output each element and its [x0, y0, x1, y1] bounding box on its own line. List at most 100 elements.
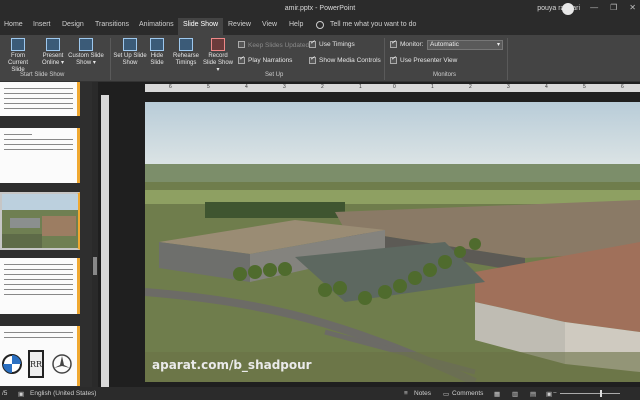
- checkbox-icon: [238, 41, 245, 48]
- status-bar: /5 ▣ English (United States) ≡ Notes ▭ C…: [0, 387, 640, 400]
- comments-icon: ▭: [443, 391, 450, 398]
- car-logos-image: RR: [2, 350, 72, 378]
- keep-slides-updated-label: Keep Slides Updated: [248, 42, 310, 49]
- slide-thumbnail-image: [2, 194, 78, 248]
- title-bar: amir.pptx - PowerPoint pouya rahbari — ❐…: [0, 0, 640, 18]
- from-current-slide-label: From Current Slide: [7, 53, 28, 73]
- svg-text:RR: RR: [30, 360, 43, 369]
- zoom-out-icon[interactable]: −: [553, 390, 557, 397]
- close-icon[interactable]: ✕: [629, 3, 636, 12]
- tab-animations[interactable]: Animations: [139, 21, 174, 28]
- reading-view-icon[interactable]: ▤: [530, 390, 536, 398]
- rehearse-clock-icon: [179, 38, 193, 51]
- language-indicator[interactable]: English (United States): [30, 390, 96, 397]
- use-timings-checkbox[interactable]: Use Timings: [309, 41, 355, 48]
- set-up-group-label: Set Up: [265, 72, 284, 78]
- ruler-tick: 4: [545, 84, 548, 90]
- vertical-ruler: [101, 95, 109, 387]
- setup-icon: [123, 38, 137, 51]
- hide-slide-icon: [150, 38, 164, 51]
- record-slide-show-label: Record Slide Show ▾: [202, 53, 234, 73]
- ruler-tick: 3: [283, 84, 286, 90]
- present-online-label: Present Online ▾: [41, 53, 65, 66]
- slide-thumbnail-selected[interactable]: [0, 192, 80, 250]
- present-online-button[interactable]: Present Online ▾: [38, 38, 68, 67]
- horizontal-ruler: 6 5 4 3 2 1 0 1 2 3 4 5 6: [145, 84, 640, 92]
- custom-slide-show-button[interactable]: Custom Slide Show ▾: [66, 38, 106, 67]
- monitor-select[interactable]: Automatic ▾: [427, 40, 503, 50]
- record-icon: [211, 38, 225, 51]
- ruler-tick: 1: [431, 84, 434, 90]
- tab-view[interactable]: View: [262, 21, 277, 28]
- notes-button[interactable]: Notes: [414, 390, 431, 397]
- use-presenter-view-label: Use Presenter View: [400, 57, 458, 64]
- monitors-group-label: Monitors: [433, 72, 457, 78]
- start-slide-show-group-label: Start Slide Show: [20, 72, 65, 78]
- ribbon-divider: [507, 38, 508, 80]
- lightbulb-icon: [316, 21, 324, 29]
- tab-insert[interactable]: Insert: [33, 21, 51, 28]
- tab-home[interactable]: Home: [4, 21, 23, 28]
- minimize-icon[interactable]: —: [590, 3, 598, 12]
- spellcheck-icon[interactable]: ▣: [18, 390, 24, 398]
- ruler-tick: 4: [245, 84, 248, 90]
- keep-slides-updated-checkbox[interactable]: Keep Slides Updated: [238, 41, 309, 49]
- slide-thumbnail[interactable]: RR: [0, 326, 80, 386]
- checkbox-icon: [309, 57, 316, 64]
- ribbon-divider: [384, 38, 385, 80]
- tab-slide-show[interactable]: Slide Show: [178, 18, 224, 35]
- ruler-tick: 5: [583, 84, 586, 90]
- slideshow-play-icon: [11, 38, 25, 51]
- rehearse-timings-label: Rehearse Timings: [172, 53, 199, 66]
- scrollbar-thumb[interactable]: [93, 257, 97, 275]
- monitor-label-text: Monitor:: [400, 41, 424, 48]
- chevron-down-icon: ▾: [496, 42, 500, 48]
- hide-slide-label: Hide Slide: [150, 53, 164, 66]
- checkbox-icon: [309, 41, 316, 48]
- ruler-tick: 6: [621, 84, 624, 90]
- slide-canvas[interactable]: [145, 102, 640, 382]
- ribbon-divider: [110, 38, 111, 80]
- play-narrations-label: Play Narrations: [248, 57, 293, 64]
- show-media-controls-checkbox[interactable]: Show Media Controls: [309, 57, 381, 64]
- comments-button[interactable]: Comments: [452, 390, 483, 397]
- slide-thumbnail[interactable]: [0, 82, 80, 116]
- checkbox-icon: [238, 57, 245, 64]
- normal-view-icon[interactable]: ▦: [494, 390, 500, 398]
- ruler-tick: 3: [507, 84, 510, 90]
- avatar[interactable]: [562, 3, 574, 15]
- show-media-controls-label: Show Media Controls: [319, 57, 381, 64]
- zoom-slider-knob[interactable]: [600, 390, 602, 397]
- slideshow-view-icon[interactable]: ▣: [546, 390, 552, 398]
- monitor-icon: [390, 41, 397, 48]
- tab-transitions[interactable]: Transitions: [95, 21, 129, 28]
- monitor-label: Monitor:: [390, 41, 423, 48]
- ruler-tick: 5: [207, 84, 210, 90]
- custom-slide-show-label: Custom Slide Show ▾: [68, 53, 104, 66]
- from-current-slide-button[interactable]: From Current Slide: [2, 38, 34, 74]
- set-up-slide-show-label: Set Up Slide Show: [113, 53, 147, 66]
- checkbox-icon: [390, 57, 397, 64]
- aerial-factory-photo: [145, 102, 640, 382]
- restore-icon[interactable]: ❐: [610, 3, 617, 12]
- tab-review[interactable]: Review: [228, 21, 251, 28]
- ruler-tick: 1: [359, 84, 362, 90]
- slide-thumbnail[interactable]: [0, 128, 80, 183]
- use-presenter-view-checkbox[interactable]: Use Presenter View: [390, 57, 457, 64]
- notes-icon: ≡: [404, 390, 408, 397]
- set-up-slide-show-button[interactable]: Set Up Slide Show: [113, 38, 147, 67]
- tab-help[interactable]: Help: [289, 21, 303, 28]
- tell-me-input[interactable]: Tell me what you want to do: [330, 21, 416, 28]
- zoom-slider[interactable]: [560, 393, 620, 394]
- slide-sorter-icon[interactable]: ▥: [512, 390, 518, 398]
- slide-thumbnail[interactable]: [0, 258, 80, 314]
- slide-thumbnails-pane: RR: [0, 82, 92, 387]
- use-timings-label: Use Timings: [319, 41, 355, 48]
- tab-design[interactable]: Design: [62, 21, 84, 28]
- present-online-icon: [46, 38, 60, 51]
- rehearse-timings-button[interactable]: Rehearse Timings: [171, 38, 201, 67]
- play-narrations-checkbox[interactable]: Play Narrations: [238, 57, 292, 64]
- watermark-text: aparat.com/b_shadpour: [152, 358, 312, 372]
- record-slide-show-button[interactable]: Record Slide Show ▾: [201, 38, 235, 74]
- hide-slide-button[interactable]: Hide Slide: [146, 38, 168, 67]
